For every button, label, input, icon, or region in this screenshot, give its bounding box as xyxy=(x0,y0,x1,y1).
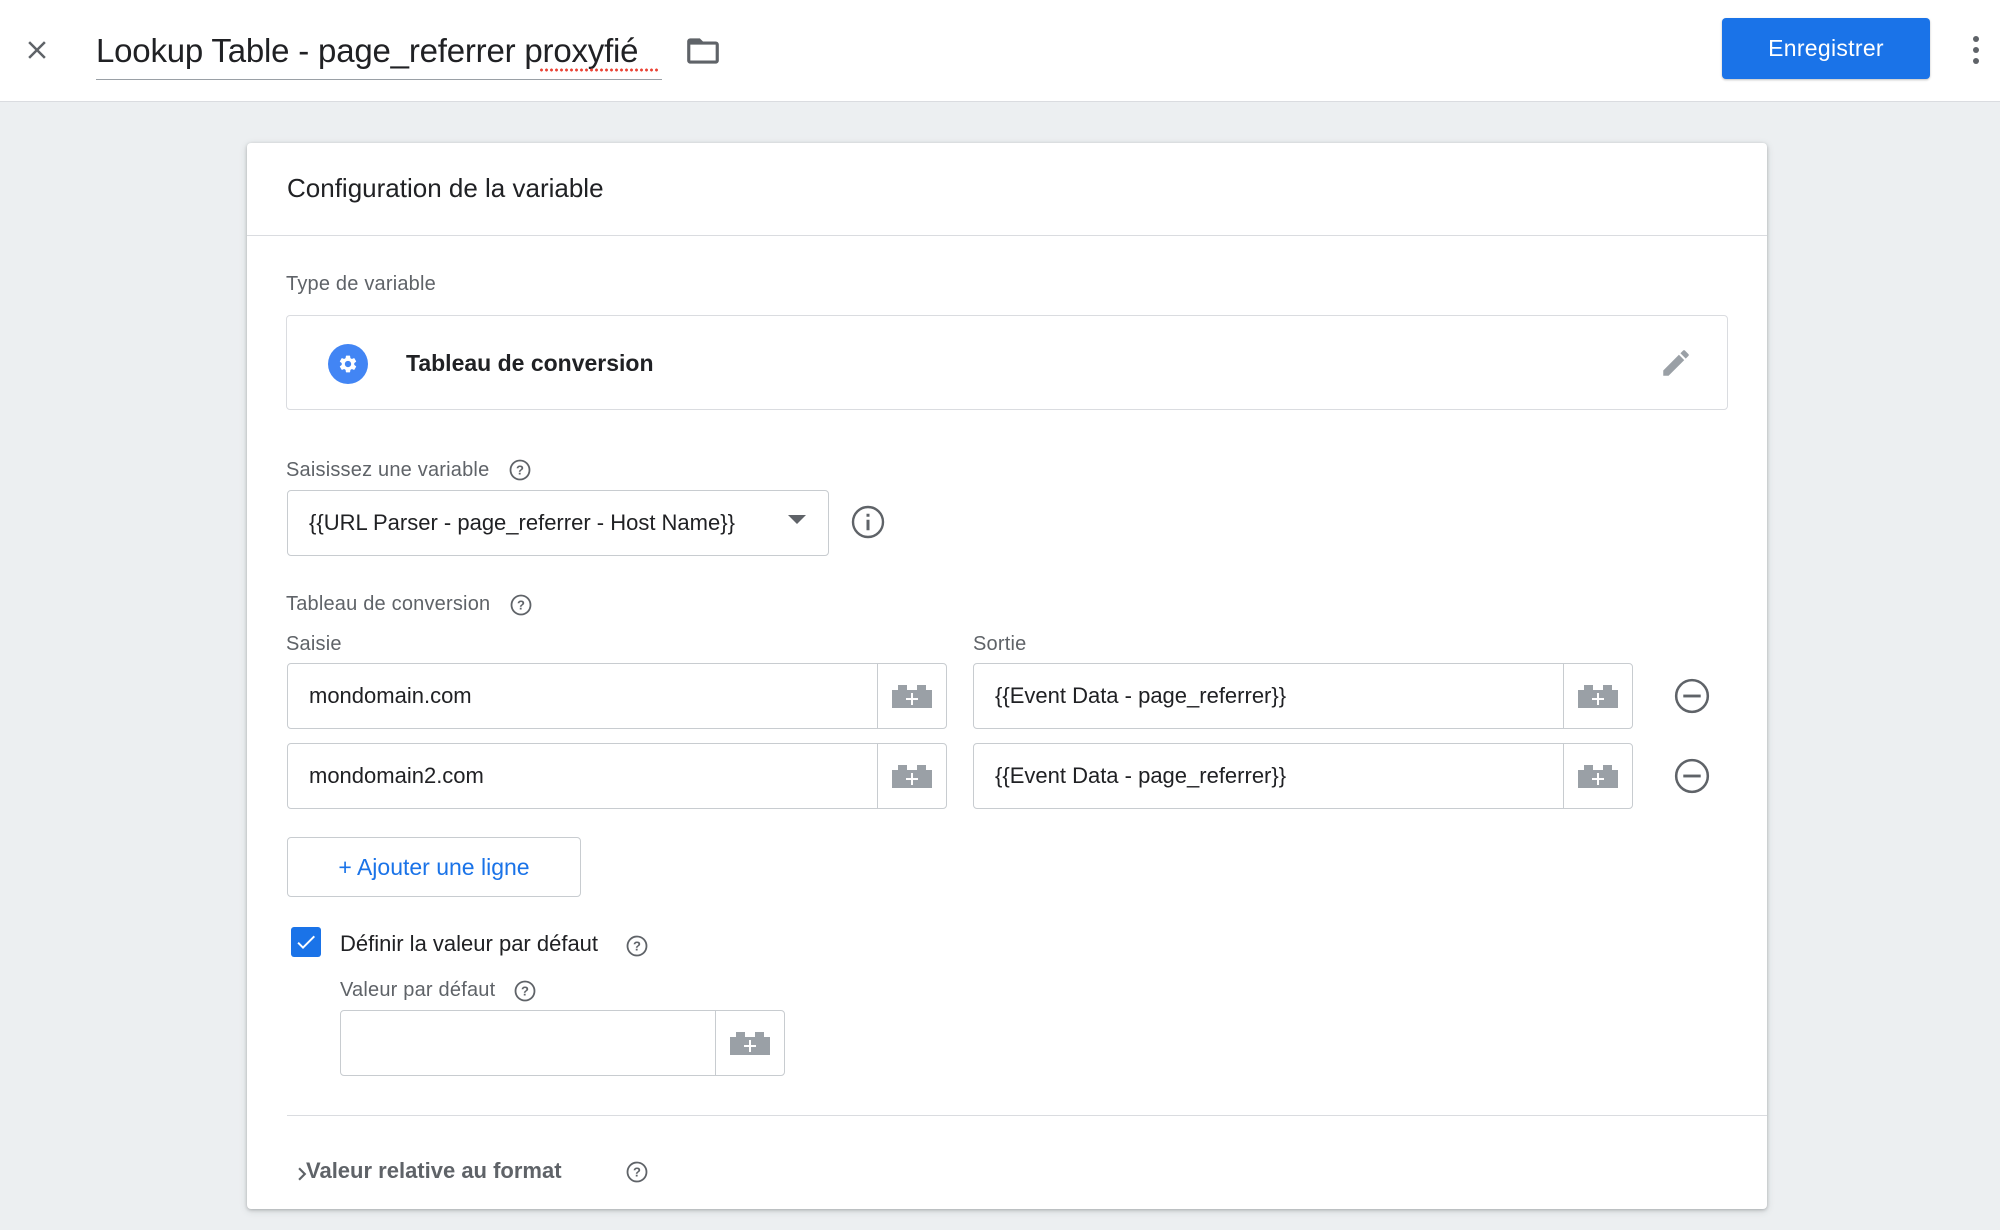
more-vert-icon-dot xyxy=(1973,47,1979,53)
table-row-output-field[interactable]: {{Event Data - page_referrer}} xyxy=(973,663,1633,729)
column-header-output: Sortie xyxy=(973,633,1027,655)
table-row-input[interactable]: mondomain2.com xyxy=(288,744,878,808)
variable-block-icon xyxy=(1578,765,1618,788)
variable-picker-button[interactable] xyxy=(878,744,946,808)
info-icon[interactable] xyxy=(850,504,886,540)
section-divider xyxy=(287,1115,1767,1116)
variable-name-input[interactable]: Lookup Table - page_referrer proxyfié xyxy=(96,22,662,80)
svg-text:?: ? xyxy=(633,939,641,954)
format-value-section-label: Valeur relative au format xyxy=(306,1158,562,1183)
top-bar: Lookup Table - page_referrer proxyfié En… xyxy=(0,0,2000,102)
card-title: Configuration de la variable xyxy=(287,173,604,203)
variable-picker-button[interactable] xyxy=(878,664,946,728)
help-icon[interactable]: ? xyxy=(509,593,533,617)
gear-icon xyxy=(328,344,368,384)
input-variable-select[interactable]: {{URL Parser - page_referrer - Host Name… xyxy=(287,490,829,556)
variable-configuration-card: Configuration de la variable Type de var… xyxy=(247,143,1767,1209)
svg-text:?: ? xyxy=(517,598,525,613)
variable-block-icon xyxy=(1578,685,1618,708)
default-value-label: Valeur par défaut xyxy=(340,979,496,1001)
help-icon[interactable]: ? xyxy=(508,458,532,482)
chevron-down-icon xyxy=(788,515,806,524)
close-button[interactable] xyxy=(14,24,60,76)
variable-block-icon xyxy=(892,765,932,788)
folder-button[interactable] xyxy=(682,30,724,72)
variable-type-label: Type de variable xyxy=(286,273,436,295)
input-variable-label: Saisissez une variable xyxy=(286,459,490,481)
table-row-output-field[interactable]: {{Event Data - page_referrer}} xyxy=(973,743,1633,809)
table-row-input[interactable]: mondomain.com xyxy=(288,664,878,728)
save-button[interactable]: Enregistrer xyxy=(1722,18,1930,79)
pencil-icon[interactable] xyxy=(1659,346,1693,380)
default-value-checkbox-label: Définir la valeur par défaut xyxy=(340,931,599,956)
spellcheck-underline xyxy=(539,68,660,72)
variable-type-name: Tableau de conversion xyxy=(406,350,654,376)
variable-picker-button[interactable] xyxy=(716,1011,784,1075)
help-icon[interactable]: ? xyxy=(625,934,649,958)
column-header-input: Saisie xyxy=(286,633,342,655)
default-value-checkbox[interactable] xyxy=(291,927,321,957)
close-icon xyxy=(28,41,46,59)
checkmark-icon xyxy=(297,935,315,949)
help-icon[interactable]: ? xyxy=(625,1160,649,1184)
table-row-input-field[interactable]: mondomain.com xyxy=(287,663,947,729)
variable-picker-button[interactable] xyxy=(1564,744,1632,808)
default-value-input[interactable] xyxy=(341,1011,716,1075)
lookup-table-label: Tableau de conversion xyxy=(286,593,491,615)
svg-text:?: ? xyxy=(516,463,524,478)
svg-text:?: ? xyxy=(521,984,529,999)
default-value-field[interactable] xyxy=(340,1010,785,1076)
add-row-button[interactable]: + Ajouter une ligne xyxy=(287,837,581,897)
more-vert-icon xyxy=(1973,36,1979,42)
more-options-button[interactable] xyxy=(1962,30,1990,70)
table-row-output[interactable]: {{Event Data - page_referrer}} xyxy=(974,664,1564,728)
remove-row-icon[interactable] xyxy=(1673,677,1711,715)
variable-type-selector[interactable]: Tableau de conversion xyxy=(286,315,1728,410)
folder-icon xyxy=(687,38,719,64)
more-vert-icon-dot xyxy=(1973,58,1979,64)
variable-block-icon xyxy=(730,1032,770,1055)
svg-text:?: ? xyxy=(633,1165,641,1180)
table-row-output[interactable]: {{Event Data - page_referrer}} xyxy=(974,744,1564,808)
input-variable-value: {{URL Parser - page_referrer - Host Name… xyxy=(309,510,735,535)
variable-block-icon xyxy=(892,685,932,708)
variable-picker-button[interactable] xyxy=(1564,664,1632,728)
help-icon[interactable]: ? xyxy=(513,979,537,1003)
table-row-input-field[interactable]: mondomain2.com xyxy=(287,743,947,809)
remove-row-icon[interactable] xyxy=(1673,757,1711,795)
card-header: Configuration de la variable xyxy=(247,143,1767,236)
